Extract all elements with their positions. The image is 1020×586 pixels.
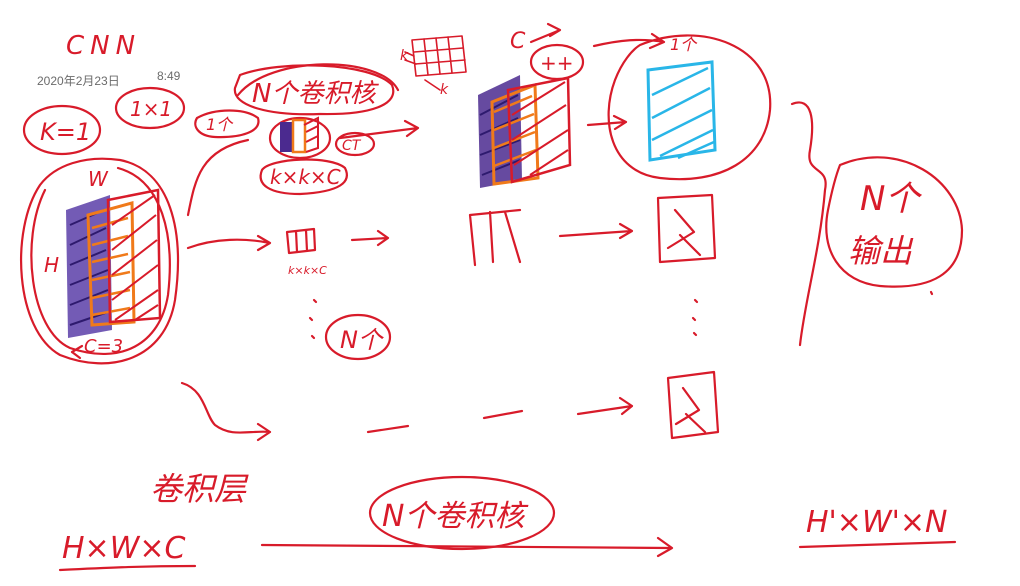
output-brace (790, 101, 827, 347)
arrow-row2-b (350, 229, 390, 247)
handwritten-cnn-diagram: CNN K=1 1×1 W H C=3 1个 N个卷积核 k×k×C CT C … (20, 22, 964, 572)
n-kernels-circle-label: N个 (340, 326, 384, 354)
ct-label: CT (342, 138, 362, 154)
output-shape-label: H'×W'×N (806, 505, 947, 540)
k-eq-1-label: K=1 (40, 118, 91, 146)
c-top-label: C (510, 29, 526, 54)
arrow-ct (338, 119, 420, 140)
arrow-row3 (576, 396, 634, 416)
one-by-one-label: 1×1 (130, 97, 172, 121)
n-outputs-line2: 输出 (848, 232, 914, 270)
conv-layer-label: 卷积层 (150, 470, 249, 508)
c-arrow (529, 22, 562, 44)
map-row3-out (666, 370, 720, 440)
kxkxc-small-label: k×k×C (288, 264, 327, 277)
branch-line-bottom (180, 381, 272, 442)
dots-col1 (308, 298, 318, 340)
input-shape-underline (58, 564, 197, 572)
output-map-cyan (646, 60, 717, 162)
note-title: CNN (66, 31, 141, 61)
input-volume (66, 188, 162, 338)
output-map-circle (607, 34, 772, 181)
output-shape-underline (798, 540, 957, 549)
one-top-label: 1个 (670, 35, 698, 54)
one-kernel-label: 1个 (206, 115, 234, 134)
main-arrow (260, 536, 674, 558)
c-eq-3-label: C=3 (84, 336, 123, 357)
n-kernels-top-label: N个卷积核 (252, 79, 379, 109)
dash-row3-b (482, 409, 524, 420)
n-outputs-line1: N个 (860, 179, 922, 219)
dots-col2 (691, 298, 699, 337)
feature-map-mid (478, 75, 572, 188)
kernel-small-row2 (285, 227, 317, 255)
map-row2-out (656, 193, 717, 264)
dash-row3-a (366, 424, 410, 434)
arrow-row2-c (558, 222, 634, 240)
k-side-label: k (400, 48, 409, 64)
n-kernels-bottom-label: N个卷积核 (382, 499, 528, 534)
plus-plus-label: ++ (540, 51, 574, 75)
h-label: H (44, 253, 59, 277)
arrow-to-output (586, 114, 628, 131)
dot-right (929, 290, 934, 296)
branch-line-top (186, 138, 250, 217)
arrow-row2-a (186, 234, 272, 252)
w-label: W (88, 167, 109, 191)
map-row2-mid (468, 208, 522, 267)
small-kernel (280, 116, 319, 154)
kernel-grid-icon (404, 35, 467, 91)
kxkxc-label: k×k×C (270, 165, 341, 189)
input-shape-label: H×W×C (62, 531, 185, 566)
k-bottom-label: k (440, 82, 449, 98)
